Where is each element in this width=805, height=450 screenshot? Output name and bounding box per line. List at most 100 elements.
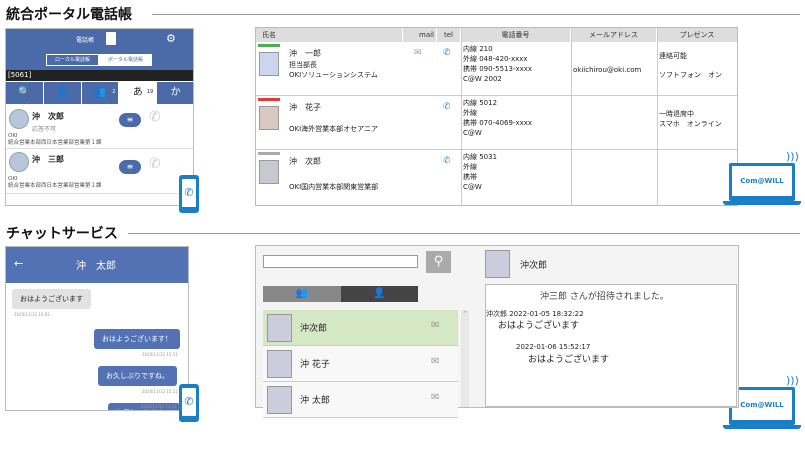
phone-icon[interactable]: ✆ [149, 109, 161, 125]
row-org: OKI国内営業本部関東営業部 [289, 183, 379, 191]
avatar [259, 52, 279, 76]
user-list-item[interactable]: 沖 太郎 ✉ [263, 382, 458, 418]
presence-device: スマホ オンライン [659, 120, 722, 128]
comwill-number: C@W 2002 [463, 75, 502, 83]
search-icon[interactable]: 🔍 [6, 82, 44, 104]
row-title: 担当部長 [289, 61, 317, 69]
outside-number: 外線 048-420-xxxx [463, 55, 528, 63]
chat-partner-name: 沖 太郎 [76, 261, 116, 272]
contact-status: 応答不可 [32, 126, 57, 133]
section-title-chat: チャットサービス [6, 223, 124, 243]
tab-local-phonebook[interactable]: ローカル電話帳 [46, 54, 99, 66]
avatar [259, 106, 279, 130]
contact-department: 統合営業本部西日本営業部営業第１課 [8, 140, 102, 146]
tab-groups[interactable]: 👥 [263, 286, 341, 302]
row-name: 沖 次郎 [289, 157, 321, 166]
scrollbar[interactable]: ⌃ [461, 310, 469, 407]
contact-name: 沖 次郎 [32, 112, 64, 121]
kana-a-tab[interactable]: あ 19 [119, 82, 158, 104]
phone-icon[interactable]: ✆ [149, 156, 161, 172]
kana-ka-tab[interactable]: か [157, 82, 193, 104]
message-text: おはようございます [498, 321, 580, 331]
user-name: 沖 太郎 [300, 396, 330, 406]
message-header: 2022-01-06 15:52:17 [516, 343, 591, 351]
message-bubble: おはようございます！ [94, 329, 180, 349]
row-org: OKIソリューションシステム [289, 71, 378, 79]
table-row[interactable]: 沖 花子 OKI海外営業本部オセアニア ✆ 内線 5012 外線 携帯 070-… [256, 96, 737, 150]
header-mail: mail [403, 28, 437, 42]
contact-item[interactable]: 沖 次郎 応答不可 OKI 統合営業本部西日本営業部営業第１課 ≡ ✆ [6, 105, 193, 149]
search-icon: ⚲ [433, 254, 444, 269]
section-divider [128, 233, 800, 234]
smartphone-icon: ✆ [179, 384, 199, 422]
presence-status: 一時退席中 [659, 110, 694, 118]
table-row[interactable]: 沖 次郎 OKI国内営業本部関東営業部 ✆ 内線 5031 外線 携帯 C@W [256, 150, 737, 204]
avatar [9, 152, 29, 172]
group-icon[interactable]: 👥 2 [81, 82, 120, 104]
phonebook-header: 電話帳 ⚙ ローカル電話帳 ポータル電話帳 [6, 29, 193, 70]
search-button[interactable]: ⚲ [426, 251, 451, 273]
laptop-icon: Com@WILL [729, 163, 795, 201]
header-name: 氏名 [256, 28, 403, 42]
column-divider [657, 28, 658, 205]
outside-number: 外線 [463, 109, 477, 117]
presence-strip [258, 152, 280, 155]
group-icon: 👥 [295, 288, 309, 299]
laptop-label: Com@WILL [732, 390, 792, 420]
column-divider [461, 28, 462, 205]
row-name: 沖 一郎 [289, 49, 321, 58]
message-bubble: お久しぶりですね。 [98, 366, 177, 386]
presence-strip [258, 98, 280, 101]
presence-status: 連絡可能 [659, 52, 687, 60]
column-divider [571, 28, 572, 205]
phone-icon[interactable]: ✆ [443, 48, 451, 58]
person-icon: 👤 [373, 288, 386, 299]
phonebook-title: 電話帳 [76, 37, 95, 44]
presence-strip [258, 44, 280, 47]
phone-icon[interactable]: ✆ [443, 156, 451, 166]
table-row[interactable]: 沖 一郎 担当部長 OKIソリューションシステム ✉ ✆ 内線 210 外線 0… [256, 42, 737, 96]
extension-number: 内線 5012 [463, 99, 498, 107]
chat-bubble-icon[interactable]: ≡ [119, 113, 141, 127]
mobile-number: 携帯 [463, 173, 477, 181]
system-message: 沖三郎 さんが招待されました。 [540, 292, 669, 302]
row-name: 沖 花子 [289, 103, 321, 112]
contact-item[interactable]: 沖 三郎 OKI 統合営業本部西日本営業部営業第１課 ≡ ✆ [6, 150, 193, 194]
tab-users[interactable]: 👤 [341, 286, 418, 302]
back-arrow-icon[interactable]: ← [14, 257, 23, 270]
comwill-number: C@W [463, 129, 482, 137]
message-text: おはようございます [528, 355, 610, 365]
extension-number: 内線 210 [463, 45, 493, 53]
message-timestamp: 2020/11/12 15:11 [142, 352, 178, 357]
envelope-icon: ✉ [431, 320, 440, 331]
tab-portal-phonebook[interactable]: ポータル電話帳 [99, 54, 152, 66]
section-divider [152, 14, 800, 15]
person-icon[interactable]: 👤 [43, 82, 82, 104]
mobile-phonebook: 電話帳 ⚙ ローカル電話帳 ポータル電話帳 [5061] 🔍 👤 👥 2 あ 19 … [5, 28, 194, 206]
contact-name: 沖 三郎 [32, 155, 64, 164]
avatar [267, 350, 292, 378]
id-card-icon[interactable] [106, 32, 116, 45]
phone-icon[interactable]: ✆ [443, 102, 451, 112]
portal-directory-table: 氏名 mail tel 電話番号 メールアドレス プレゼンス 沖 一郎 担当部長… [255, 27, 738, 206]
settings-gear-icon[interactable]: ⚙ [166, 32, 176, 45]
outside-number: 外線 [463, 163, 477, 171]
search-input[interactable] [263, 255, 418, 268]
user-list-item[interactable]: 沖次郎 ✉ [263, 310, 458, 346]
chat-bubble-icon[interactable]: ≡ [119, 160, 141, 174]
message-timestamp: 2020/11/12 15:11 [142, 389, 178, 394]
wifi-signal-icon: ))) [786, 150, 799, 163]
email-address[interactable]: okiichirou@oki.com [573, 66, 641, 75]
group-count-badge: 2 [112, 89, 116, 95]
mobile-number: 携帯 090-5513-xxxx [463, 65, 533, 73]
pc-chat-window: ⚲ 👥 👤 沖次郎 ✉ 沖 花子 ✉ 沖 太郎 ✉ ⌃ 沖次郎 沖三郎 さんが招… [255, 245, 739, 418]
row-org: OKI海外営業本部オセアニア [289, 125, 379, 133]
avatar [259, 160, 279, 184]
header-phone: 電話番号 [461, 28, 571, 42]
chat-header: ← 沖 太郎 [6, 247, 188, 283]
contact-company: OKI [8, 133, 18, 139]
message-bubble: おはようございます [12, 289, 91, 309]
mail-icon[interactable]: ✉ [414, 48, 422, 58]
user-list-item[interactable]: 沖 花子 ✉ [263, 346, 458, 382]
user-name: 沖 花子 [300, 360, 330, 370]
